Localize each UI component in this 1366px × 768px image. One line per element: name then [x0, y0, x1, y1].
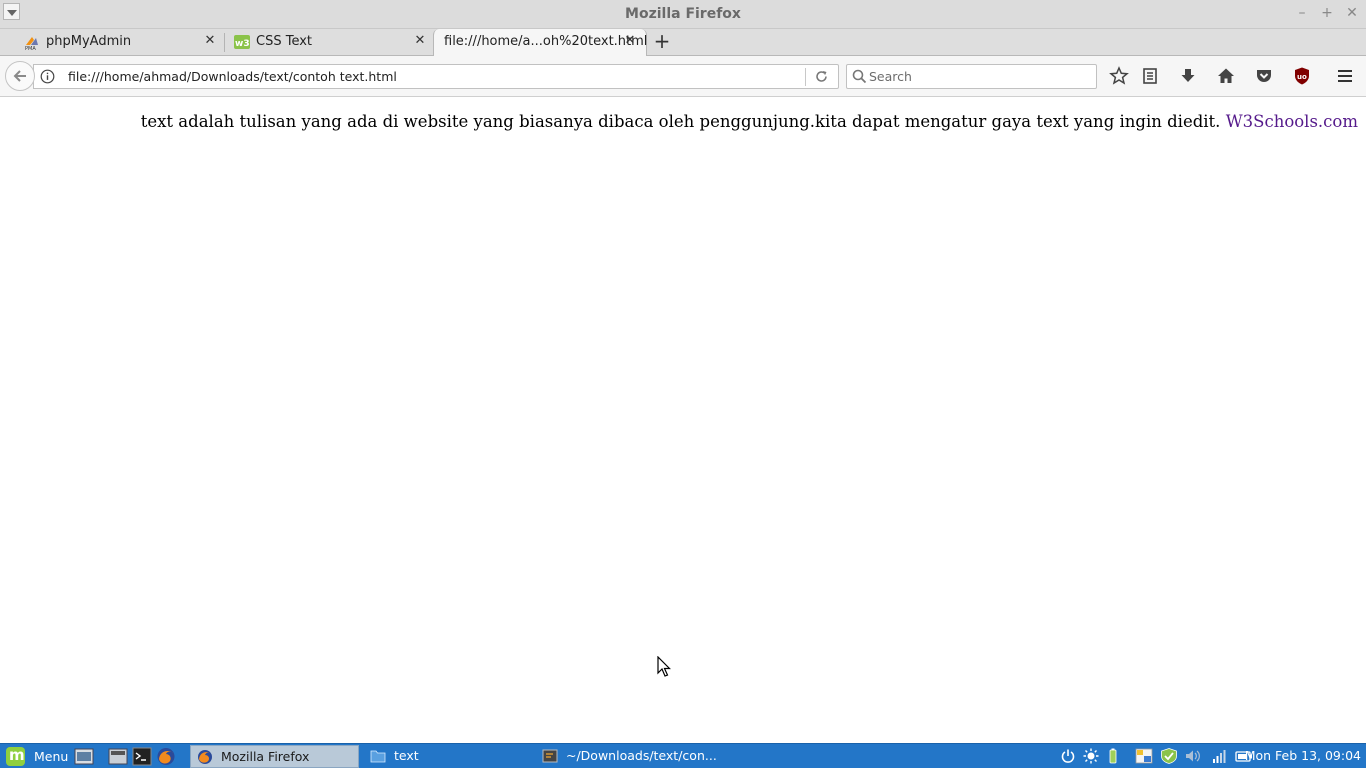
text-editor-icon [542, 749, 558, 763]
minimize-button[interactable]: – [1294, 5, 1310, 21]
firefox-launcher-icon[interactable] [156, 747, 176, 766]
file-manager-launcher-icon[interactable] [108, 747, 128, 766]
back-button[interactable] [5, 61, 35, 91]
search-icon [852, 69, 867, 84]
tab-close-icon[interactable]: ✕ [413, 33, 427, 49]
window-title: Mozilla Firefox [625, 6, 741, 22]
paragraph-text: text adalah tulisan yang ada di website … [140, 112, 1221, 131]
url-separator [805, 68, 806, 86]
download-icon[interactable] [1178, 66, 1198, 86]
new-tab-button[interactable]: + [653, 31, 671, 51]
page-paragraph: text adalah tulisan yang ada di website … [141, 112, 1358, 131]
folder-icon [370, 750, 386, 763]
tab-label: phpMyAdmin [46, 34, 132, 49]
update-manager-shield-icon[interactable] [1160, 748, 1178, 764]
tab-label: CSS Text [256, 34, 313, 49]
pocket-icon[interactable] [1254, 66, 1274, 86]
network-signal-icon[interactable] [1211, 748, 1227, 764]
bookmark-star-icon[interactable] [1109, 66, 1129, 86]
arrow-left-icon [13, 70, 26, 82]
svg-text:uo: uo [1297, 73, 1307, 81]
reading-list-icon[interactable] [1140, 66, 1160, 86]
w3schools-link[interactable]: W3Schools.com [1226, 112, 1358, 131]
taskbar-clock[interactable]: Mon Feb 13, 09:04 [1245, 748, 1361, 763]
maximize-button[interactable]: + [1319, 5, 1335, 21]
linux-mint-icon [6, 746, 25, 766]
svg-text:w3: w3 [235, 39, 250, 49]
tab-css-text[interactable]: w3 CSS Text ✕ [225, 29, 435, 56]
show-desktop-icon[interactable] [74, 747, 94, 766]
tab-close-icon[interactable]: ✕ [623, 33, 637, 49]
power-icon[interactable] [1060, 748, 1076, 764]
home-icon[interactable] [1216, 66, 1236, 86]
w3schools-icon: w3 [234, 35, 250, 49]
taskbar-window-text-editor[interactable]: ~/Downloads/text/con... [536, 745, 717, 768]
hamburger-menu-icon[interactable] [1335, 66, 1355, 86]
search-bar[interactable] [846, 64, 1097, 89]
url-text[interactable]: file:///home/ahmad/Downloads/text/contoh… [68, 69, 397, 84]
taskbar-window-text-folder[interactable]: text [364, 745, 534, 768]
tab-phpmyadmin[interactable]: PMA phpMyAdmin ✕ [0, 29, 225, 56]
menu-label: Menu [34, 749, 69, 764]
svg-text:PMA: PMA [25, 46, 36, 50]
info-icon[interactable] [40, 69, 55, 84]
mouse-cursor-icon [657, 656, 671, 677]
taskbar-window-label: text [394, 748, 419, 763]
tab-strip: PMA phpMyAdmin ✕ w3 CSS Text ✕ file:///h… [0, 29, 1366, 57]
close-window-button[interactable]: ✕ [1344, 5, 1360, 21]
taskbar-window-label: ~/Downloads/text/con... [566, 748, 717, 763]
taskbar: Menu Mozilla Firefox text ~/Downloads/te [0, 743, 1366, 768]
window-titlebar: Mozilla Firefox – + ✕ [0, 0, 1366, 29]
battery-icon[interactable] [1105, 748, 1121, 764]
tab-current-file[interactable]: file:///home/a...oh%20text.html ✕ [433, 29, 647, 57]
phpmyadmin-icon: PMA [25, 37, 38, 50]
firefox-icon [198, 750, 212, 764]
navigation-toolbar: file:///home/ahmad/Downloads/text/contoh… [0, 56, 1366, 97]
taskbar-window-label: Mozilla Firefox [221, 749, 310, 764]
clipboard-icon[interactable] [1134, 748, 1154, 764]
brightness-icon[interactable] [1083, 748, 1099, 764]
volume-icon[interactable] [1185, 748, 1201, 764]
ublock-origin-icon[interactable]: uo [1292, 66, 1312, 86]
taskbar-window-firefox[interactable]: Mozilla Firefox [190, 745, 359, 768]
tab-label: file:///home/a...oh%20text.html [444, 34, 648, 49]
tab-close-icon[interactable]: ✕ [203, 33, 217, 49]
search-input[interactable] [869, 67, 1089, 86]
terminal-icon[interactable] [132, 747, 152, 766]
address-bar[interactable]: file:///home/ahmad/Downloads/text/contoh… [33, 64, 839, 89]
reload-icon[interactable] [814, 69, 829, 84]
page-content: text adalah tulisan yang ada di website … [0, 97, 1366, 743]
